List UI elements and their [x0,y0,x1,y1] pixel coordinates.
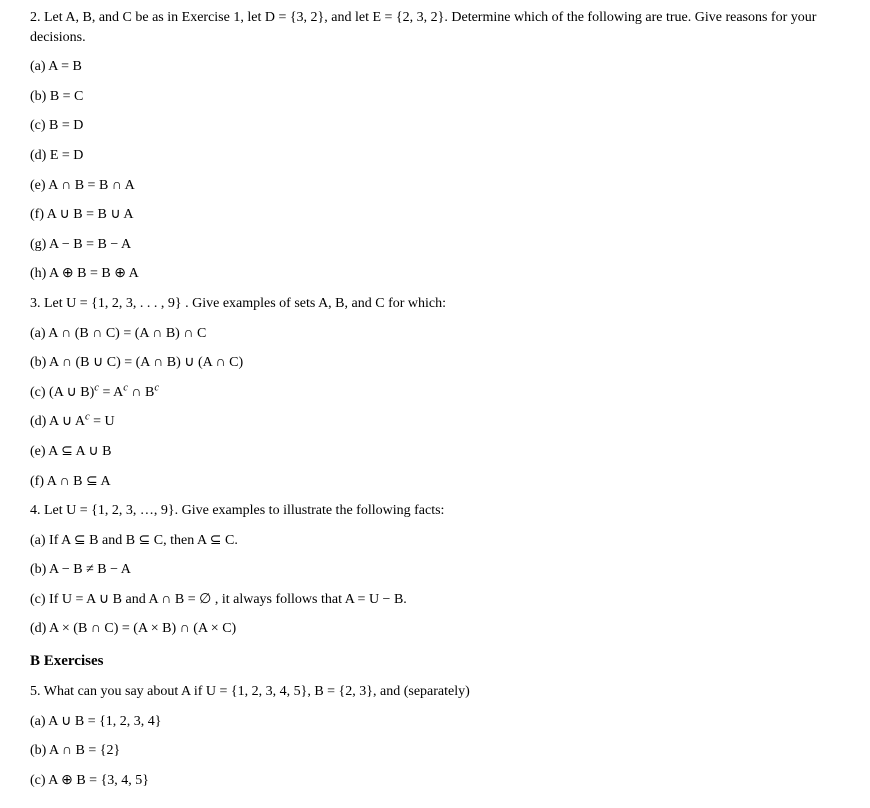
q2-e-text: (e) A ∩ B = B ∩ A [30,178,135,193]
q5-item-c: (c) A ⊕ B = {3, 4, 5} [30,771,840,791]
q2-item-g: (g) A − B = B − A [30,235,840,255]
q3-d-pre: (d) A ∪ A [30,414,85,429]
q4-item-c: (c) If U = A ∪ B and A ∩ B = ∅ , it alwa… [30,590,840,610]
q3-item-e: (e) A ⊆ A ∪ B [30,442,840,462]
complement-sup-icon: c [154,382,159,393]
q3-d-post: = U [90,414,115,429]
q3-item-f: (f) A ∩ B ⊆ A [30,472,840,492]
q2-item-e: (e) A ∩ B = B ∩ A [30,176,840,196]
q3-item-d: (d) A ∪ Ac = U [30,412,840,432]
section-b-text: B Exercises [30,653,103,669]
q5-c-text: (c) A ⊕ B = {3, 4, 5} [30,773,149,788]
q4-item-a: (a) If A ⊆ B and B ⊆ C, then A ⊆ C. [30,531,840,551]
q2-item-d: (d) E = D [30,146,840,166]
q5-item-b: (b) A ∩ B = {2} [30,741,840,761]
q3-b-text: (b) A ∩ (B ∪ C) = (A ∩ B) ∪ (A ∩ C) [30,355,243,370]
q5-a-text: (a) A ∪ B = {1, 2, 3, 4} [30,714,162,729]
q3-intro-text: 3. Let U = {1, 2, 3, . . . , 9} . Give e… [30,296,446,311]
q3-c-mid2: ∩ B [128,385,154,400]
q4-item-b: (b) A − B ≠ B − A [30,560,840,580]
q2-intro-text: 2. Let A, B, and C be as in Exercise 1, … [30,10,816,45]
q2-a-text: (a) A = B [30,59,82,74]
q3-a-text: (a) A ∩ (B ∩ C) = (A ∩ B) ∩ C [30,326,206,341]
q4-a-text: (a) If A ⊆ B and B ⊆ C, then A ⊆ C. [30,533,238,548]
q5-intro-text: 5. What can you say about A if U = {1, 2… [30,684,470,699]
q4-c-text: (c) If U = A ∪ B and A ∩ B = ∅ , it alwa… [30,592,407,607]
question-3-intro: 3. Let U = {1, 2, 3, . . . , 9} . Give e… [30,294,840,314]
q2-item-h: (h) A ⊕ B = B ⊕ A [30,264,840,284]
q2-b-text: (b) B = C [30,89,83,104]
q2-item-a: (a) A = B [30,57,840,77]
question-5-intro: 5. What can you say about A if U = {1, 2… [30,682,840,702]
q2-f-text: (f) A ∪ B = B ∪ A [30,207,133,222]
q2-d-text: (d) E = D [30,148,83,163]
q3-item-b: (b) A ∩ (B ∪ C) = (A ∩ B) ∪ (A ∩ C) [30,353,840,373]
q3-c-pre: (c) (A ∪ B) [30,385,94,400]
q3-f-text: (f) A ∩ B ⊆ A [30,474,111,489]
question-2-intro: 2. Let A, B, and C be as in Exercise 1, … [30,8,840,47]
q3-item-a: (a) A ∩ (B ∩ C) = (A ∩ B) ∩ C [30,324,840,344]
q4-intro-text: 4. Let U = {1, 2, 3, …, 9}. Give example… [30,503,444,518]
q4-item-d: (d) A × (B ∩ C) = (A × B) ∩ (A × C) [30,619,840,639]
q3-item-c: (c) (A ∪ B)c = Ac ∩ Bc [30,383,840,403]
q2-item-c: (c) B = D [30,116,840,136]
q4-d-text: (d) A × (B ∩ C) = (A × B) ∩ (A × C) [30,621,236,636]
q3-e-text: (e) A ⊆ A ∪ B [30,444,111,459]
q2-c-text: (c) B = D [30,118,83,133]
q4-b-text: (b) A − B ≠ B − A [30,562,131,577]
question-4-intro: 4. Let U = {1, 2, 3, …, 9}. Give example… [30,501,840,521]
q2-g-text: (g) A − B = B − A [30,237,131,252]
q2-h-text: (h) A ⊕ B = B ⊕ A [30,266,139,281]
q2-item-f: (f) A ∪ B = B ∪ A [30,205,840,225]
q5-b-text: (b) A ∩ B = {2} [30,743,120,758]
section-b-heading: B Exercises [30,651,840,672]
q2-item-b: (b) B = C [30,87,840,107]
q3-c-mid: = A [99,385,123,400]
q5-item-a: (a) A ∪ B = {1, 2, 3, 4} [30,712,840,732]
